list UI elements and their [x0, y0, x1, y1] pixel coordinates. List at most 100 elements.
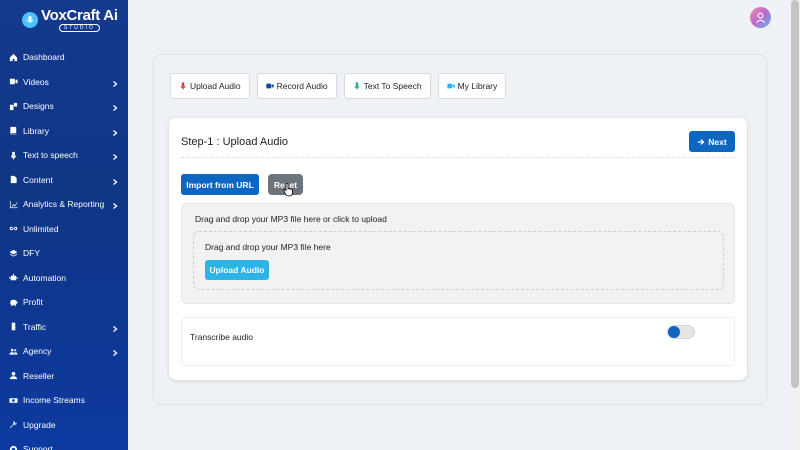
source-tabs: Upload Audio Record Audio Text To Speech My… [170, 73, 507, 99]
sidebar-item-label: Agency [23, 346, 52, 357]
traffic-light-icon [8, 322, 18, 332]
tab-upload-audio[interactable]: Upload Audio [170, 73, 250, 99]
video-icon [8, 77, 18, 87]
upload-area[interactable]: Drag and drop your MP3 file here or clic… [181, 203, 735, 304]
sidebar-item-label: Traffic [23, 321, 47, 332]
logo[interactable]: VoxCraft Ai STUDIO [0, 0, 128, 40]
sidebar-item-reseller[interactable]: Reseller [0, 364, 128, 389]
microphone-icon [180, 82, 186, 90]
brand-sub: STUDIO [58, 24, 100, 32]
sidebar-item-label: Content [23, 174, 53, 185]
layers-icon [8, 248, 18, 258]
sidebar-item-label: Unlimited [23, 223, 59, 234]
sidebar-item-label: Dashboard [23, 52, 65, 63]
scrollbar-thumb[interactable] [791, 0, 799, 388]
user-avatar[interactable] [750, 7, 771, 28]
upload-instructions: Drag and drop your MP3 file here or clic… [195, 214, 387, 224]
sidebar-item-upgrade[interactable]: Upgrade [0, 413, 128, 438]
toggle-knob [668, 326, 680, 338]
tab-record-audio[interactable]: Record Audio [256, 73, 337, 99]
sidebar-item-analytics-reporting[interactable]: Analytics & Reporting [0, 192, 128, 217]
divider [181, 157, 735, 158]
sidebar-item-dfy[interactable]: DFY [0, 241, 128, 266]
sidebar: VoxCraft Ai STUDIO Dashboard Videos Design… [0, 0, 128, 450]
sidebar-item-label: Automation [23, 272, 66, 283]
piggy-bank-icon [8, 297, 18, 307]
video-camera-icon [446, 83, 455, 89]
upload-audio-button[interactable]: Upload Audio [205, 260, 269, 280]
robot-icon [8, 273, 18, 283]
wrench-icon [8, 420, 18, 430]
sidebar-item-label: DFY [23, 248, 40, 259]
users-icon [8, 346, 18, 356]
transcribe-option: Transcribe audio [181, 317, 735, 366]
arrow-right-icon [698, 138, 705, 145]
upload-card: Step-1 : Upload Audio Next Import from U… [169, 118, 747, 380]
tab-label: My Library [457, 81, 498, 91]
video-camera-icon [265, 83, 274, 89]
sidebar-item-label: Reseller [23, 370, 55, 381]
drop-zone-text: Drag and drop your MP3 file here [205, 242, 331, 252]
transcribe-label: Transcribe audio [190, 332, 253, 342]
import-from-url-button[interactable]: Import from URL [181, 174, 259, 195]
tab-label: Text To Speech [363, 81, 422, 91]
transcribe-toggle[interactable] [667, 325, 695, 339]
chevron-right-icon [112, 79, 118, 87]
sidebar-item-income-streams[interactable]: Income Streams [0, 388, 128, 413]
money-icon [8, 395, 18, 405]
chevron-right-icon [112, 324, 118, 332]
drop-zone[interactable]: Drag and drop your MP3 file here Upload … [193, 231, 724, 290]
sidebar-item-dashboard[interactable]: Dashboard [0, 45, 128, 70]
infinity-icon [8, 224, 18, 234]
user-icon [755, 12, 766, 23]
sidebar-item-label: Library [23, 125, 49, 136]
home-icon [8, 52, 18, 62]
chevron-right-icon [112, 103, 118, 112]
support-icon [8, 444, 18, 450]
book-icon [8, 126, 18, 136]
chevron-right-icon [112, 128, 118, 136]
tab-text-to-speech[interactable]: Text To Speech [343, 73, 431, 99]
sidebar-item-label: Videos [23, 76, 49, 87]
sidebar-item-support[interactable]: Support [0, 437, 128, 450]
sidebar-item-videos[interactable]: Videos [0, 70, 128, 95]
sidebar-item-automation[interactable]: Automation [0, 266, 128, 291]
hand-cursor-icon [283, 183, 293, 197]
page-scrollbar[interactable] [790, 0, 800, 450]
sidebar-item-label: Designs [23, 101, 54, 112]
sidebar-item-label: Profit [23, 297, 43, 308]
chevron-right-icon [112, 152, 118, 161]
brand-name: VoxCraft Ai [41, 7, 118, 24]
file-icon [8, 175, 18, 185]
chevron-right-icon [112, 201, 118, 210]
sidebar-item-label: Analytics & Reporting [23, 199, 105, 210]
sidebar-item-agency[interactable]: Agency [0, 339, 128, 364]
main-panel: Upload Audio Record Audio Text To Speech My… [153, 54, 767, 405]
microphone-icon [354, 82, 360, 90]
sidebar-item-library[interactable]: Library [0, 119, 128, 144]
chart-icon [8, 199, 18, 209]
sidebar-nav: Dashboard Videos Designs Library Text to spe… [0, 45, 128, 450]
sidebar-item-label: Upgrade [23, 419, 56, 430]
chevron-right-icon [112, 177, 118, 185]
sidebar-item-label: Income Streams [23, 395, 85, 406]
designs-icon [8, 101, 18, 111]
sidebar-item-unlimited[interactable]: Unlimited [0, 217, 128, 242]
sidebar-item-text-to-speech[interactable]: Text to speech [0, 143, 128, 168]
user-icon [8, 371, 18, 381]
next-button[interactable]: Next [689, 131, 735, 152]
logo-mic-icon [22, 12, 38, 28]
step-title: Step-1 : Upload Audio [181, 136, 289, 148]
tab-my-library[interactable]: My Library [437, 73, 507, 99]
sidebar-item-designs[interactable]: Designs [0, 94, 128, 119]
next-button-label: Next [708, 136, 727, 147]
sidebar-item-profit[interactable]: Profit [0, 290, 128, 315]
chevron-right-icon [112, 348, 118, 357]
sidebar-item-traffic[interactable]: Traffic [0, 315, 128, 340]
sidebar-item-content[interactable]: Content [0, 168, 128, 193]
sidebar-item-label: Support [23, 444, 53, 450]
tab-label: Record Audio [276, 81, 328, 91]
sidebar-item-label: Text to speech [23, 150, 78, 161]
microphone-icon [8, 150, 18, 160]
tab-label: Upload Audio [190, 81, 241, 91]
